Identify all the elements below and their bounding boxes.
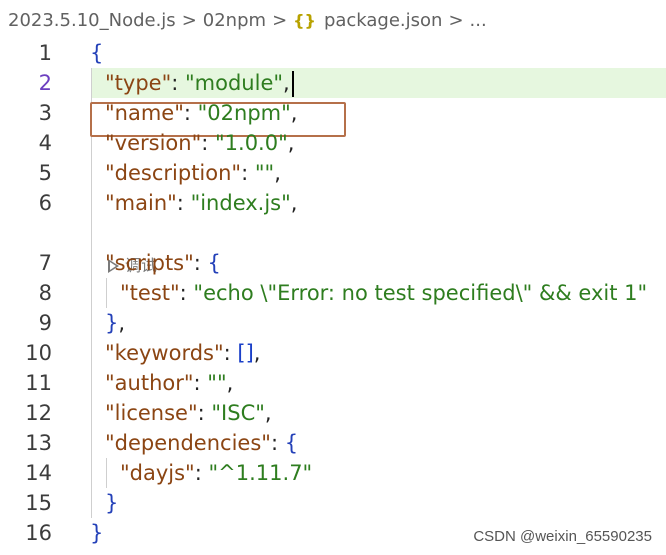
code-line[interactable]: }, [105,308,125,338]
code-token-key: "test" [120,281,180,305]
code-token-punc: , [253,341,261,365]
code-token-str: "02npm" [197,101,291,125]
code-token-str: "1.0.0" [215,131,288,155]
line-number: 10 [25,341,52,365]
line-number: 2 [38,71,52,95]
line-number: 16 [25,521,52,545]
line-number: 9 [38,311,52,335]
code-token-punc: , [274,161,281,185]
chevron-right-icon: > [448,9,464,31]
text-cursor [291,71,294,97]
line-number: 15 [25,491,52,515]
line-number: 3 [38,101,52,125]
code-token-key: "description" [105,161,242,185]
code-token-punc: : [194,461,209,485]
line-number: 11 [25,371,52,395]
watermark: CSDN @weixin_65590235 [473,528,652,545]
code-token-punc: , [226,371,234,395]
line-number: 5 [38,161,52,185]
code-token-str: "index.js" [190,191,291,215]
code-token-punc: , [118,311,126,335]
code-token-bracket: [] [237,341,254,365]
code-line[interactable]: "keywords": [], [105,338,260,368]
code-token-punc: , [287,131,295,155]
code-line[interactable]: "version": "1.0.0", [105,128,294,158]
code-token-punc: , [283,71,290,95]
code-line[interactable]: "author": "", [105,368,233,398]
chevron-right-icon: > [181,9,197,31]
code-token-key: "version" [105,131,202,155]
code-line[interactable]: "test": "echo \"Error: no test specified… [120,278,647,308]
code-token-key: "author" [105,371,194,395]
code-token-str: "module" [185,71,284,95]
code-line[interactable]: "description": "", [105,158,281,188]
breadcrumb-item-subfolder[interactable]: 02npm [203,10,266,31]
code-token-key: "main" [105,191,177,215]
line-number: 8 [38,281,52,305]
code-line[interactable]: "name": "02npm", [105,98,297,128]
code-token-str: "" [207,371,227,395]
code-line[interactable]: "license": "ISC", [105,398,272,428]
json-file-icon: {} [293,10,316,30]
code-token-punc: : [179,281,194,305]
code-token-brace: } [105,311,119,335]
line-number: 13 [25,431,52,455]
code-token-punc: : [270,431,285,455]
code-token-punc: : [223,341,238,365]
code-token-punc: : [193,251,208,275]
code-token-str: "ISC" [211,401,265,425]
code-token-str: "" [254,161,275,185]
code-token-key: "name" [105,101,184,125]
breadcrumb-item-symbols[interactable]: ... [470,10,487,31]
indent-guide [106,278,107,308]
breadcrumb-item-folder[interactable]: 2023.5.10_Node.js [8,10,176,31]
code-token-punc: : [201,131,215,155]
line-number: 12 [25,401,52,425]
code-token-punc: : [193,371,208,395]
code-token-punc: , [290,101,298,125]
code-token-str: "echo \"Error: no test specified\" && ex… [193,281,648,305]
code-token-key: "scripts" [105,251,194,275]
line-number: 14 [25,461,52,485]
code-token-punc: : [241,161,255,185]
code-token-punc: : [197,401,212,425]
line-number: 4 [38,131,52,155]
breadcrumb: 2023.5.10_Node.js > 02npm > {} package.j… [0,0,666,40]
line-number: 6 [38,191,52,215]
code-token-punc: : [183,101,198,125]
code-line[interactable]: } [90,518,103,548]
code-line[interactable]: "type": "module", [105,68,294,98]
code-token-key: "keywords" [105,341,224,365]
code-token-brace: { [284,431,299,455]
code-token-brace: { [207,251,221,275]
indent-guide [91,68,92,518]
code-token-key: "dayjs" [120,461,195,485]
code-token-key: "license" [105,401,198,425]
breadcrumb-item-file[interactable]: package.json [324,10,443,31]
code-line[interactable]: "dayjs": "^1.11.7" [120,458,312,488]
code-token-brace: { [90,41,104,65]
code-token-punc: : [171,71,185,95]
indent-guide [106,458,107,488]
code-line[interactable]: "main": "index.js", [105,188,297,218]
code-token-brace: } [105,491,119,515]
code-token-key: "dependencies" [105,431,271,455]
code-line[interactable]: "scripts": { [105,248,221,278]
chevron-right-icon: > [272,9,288,31]
code-token-punc: , [290,191,298,215]
code-token-key: "type" [105,71,172,95]
line-number: 7 [38,251,52,275]
code-token-str: "^1.11.7" [208,461,313,485]
code-token-punc: , [264,401,272,425]
code-line[interactable]: "dependencies": { [105,428,298,458]
line-number: 1 [38,41,52,65]
code-line[interactable]: } [105,488,118,518]
code-line[interactable]: { [90,38,103,68]
code-token-punc: : [176,191,191,215]
code-token-brace: } [90,521,104,545]
code-editor[interactable]: 调试 1{2 "type": "module", 3 "name": "02npm",… [0,38,666,555]
